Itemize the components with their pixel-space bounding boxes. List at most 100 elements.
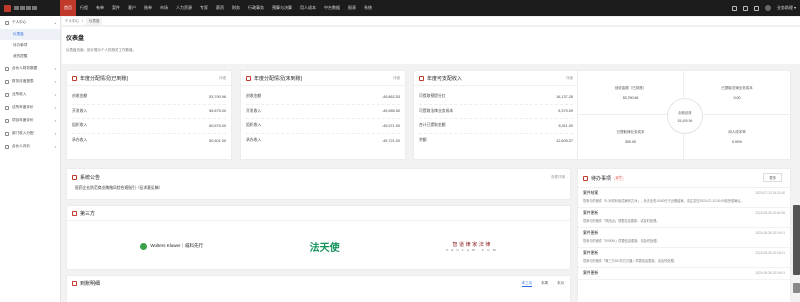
row-value: 16,137.28	[556, 94, 573, 99]
menu-icon	[5, 20, 9, 25]
row-label: 组织收入	[246, 123, 262, 128]
card-detail-link[interactable]: 详细	[393, 76, 400, 81]
card-detail-link[interactable]: 详细	[219, 76, 226, 81]
nav-item-4[interactable]: 客户	[124, 0, 140, 16]
menu-icon	[5, 92, 9, 97]
sidebar-group-2[interactable]: 财务月度报表 ▾	[0, 75, 60, 88]
card-detail-link[interactable]: 详细	[566, 76, 573, 81]
sidebar-group-label: 合伙人财务数据	[12, 66, 38, 70]
card-row: 组织收入 -49,971.00	[246, 119, 400, 134]
chevron-icon: ▾	[54, 79, 56, 84]
nav-item-5[interactable]: 账单	[140, 0, 156, 16]
nav-item-11[interactable]: 行政事务	[244, 0, 268, 16]
sidebar-group-4[interactable]: 法所年度评价 ▾	[0, 101, 60, 114]
app-logo[interactable]	[0, 0, 60, 16]
nav-item-15[interactable]: 报表	[344, 0, 360, 16]
sidebar-item-0-1[interactable]: 待办事项	[0, 40, 60, 51]
sidebar-group-6[interactable]: 部门收入分配 ▾	[0, 127, 60, 140]
sidebar-group-label: 个人中心	[12, 20, 27, 24]
todo-icon	[583, 175, 588, 181]
row-label: 组织收入	[72, 123, 88, 128]
message-icon[interactable]	[742, 5, 748, 11]
breadcrumb-item-parent[interactable]: 个人中心	[65, 19, 79, 24]
breadcrumb: 个人中心 / 仪表盘	[62, 17, 800, 26]
row-label: 余额	[419, 138, 427, 143]
menu-icon	[5, 118, 9, 123]
card-row: 创收金额 53,790.96	[72, 90, 226, 105]
chevron-icon: ▾	[54, 92, 56, 97]
performance-summary: 创收金额（已到账） 53,790.96 已提取法律业务成本 0.00 已提取律业务成…	[577, 70, 791, 160]
tab-week[interactable]: 本周	[541, 281, 548, 287]
card-row: 创收金额 -49,862.53	[246, 90, 400, 105]
fatianshi-logo[interactable]: 法天使	[310, 239, 340, 254]
nav-item-13[interactable]: 用人成本	[296, 0, 320, 16]
nav-item-10[interactable]: 财务	[228, 0, 244, 16]
page-description: 仪表盘页面，统计展示个人的相关工作数值。	[66, 48, 136, 52]
floating-toolbar[interactable]	[793, 205, 800, 275]
tab-three-months[interactable]: 本三月	[521, 281, 532, 287]
sidebar-group-5[interactable]: 项目年度评价 ▾	[0, 114, 60, 127]
sidebar: 个人中心 ▴ 仪表盘 待办事项 我的提醒 合伙人财务数据 ▾ 财务月度报表 ▾ 业所收入 ▾ 法所年度…	[0, 16, 61, 302]
card-row: 承办收入 -49,721.00	[246, 134, 400, 149]
row-label: 开发收入	[72, 108, 88, 113]
todo-item[interactable]: 案件更新 2024-05-26 20:51:06 您参与的案件「风险点」项更信息更新…	[578, 208, 790, 228]
todo-count-badge: 5个	[614, 175, 624, 181]
sidebar-item-0-0[interactable]: 仪表盘	[0, 29, 60, 40]
top-navigation-bar: 首页 行程 有单 案件 客户 账单 市场 人力资源 专家 薪资 财务 行政事务 预算与决算 用人成本 中台数…	[0, 0, 800, 16]
avatar[interactable]	[764, 5, 771, 11]
notification-icon[interactable]	[753, 5, 759, 11]
todo-date: 2024-05-26 20:51:06	[755, 211, 785, 215]
nav-item-2[interactable]: 有单	[92, 0, 108, 16]
notice-detail-link[interactable]: 查看详情	[551, 175, 565, 180]
todo-content: 您参与的案件「00000Ⅰ」项更信息更新。请及时处理。	[583, 239, 660, 243]
nav-item-16[interactable]: 系统	[360, 0, 376, 16]
folder-icon	[72, 210, 77, 216]
nav-item-7[interactable]: 人力资源	[172, 0, 196, 16]
chevron-icon: ▾	[54, 131, 56, 136]
search-icon[interactable]	[731, 5, 737, 11]
row-label: 创收金额	[72, 94, 88, 99]
sidebar-group-3[interactable]: 业所收入 ▾	[0, 88, 60, 101]
row-value: -49,862.53	[381, 94, 400, 99]
todo-item[interactable]: 案件更新 2024-05-26 20:19:01 您参与的案件「00000Ⅰ」项更信…	[578, 228, 790, 248]
nav-item-6[interactable]: 市场	[156, 0, 172, 16]
row-value: 53,790.96	[209, 94, 226, 99]
nav-item-8[interactable]: 专家	[196, 0, 212, 16]
card-row: 可提取预提分红 16,137.28	[419, 90, 573, 105]
wolters-kluwer-logo[interactable]: Wolters Kluwer｜威科先行	[140, 242, 203, 250]
nav-item-1[interactable]: 行程	[76, 0, 92, 16]
back-to-top-button[interactable]	[793, 283, 800, 293]
payments-card: 到账明细 本三月 本周 本月	[66, 275, 571, 302]
nav-item-3[interactable]: 案件	[108, 0, 124, 16]
sidebar-group-0[interactable]: 个人中心 ▴	[0, 16, 60, 29]
menu-icon	[5, 105, 9, 110]
row-value: 8,911.00	[558, 123, 574, 128]
sidebar-item-0-2[interactable]: 我的提醒	[0, 51, 60, 62]
todo-content: 您参与的案件「第三方DD东方万通」项更信息更新。请及时处理。	[583, 259, 677, 263]
todo-item[interactable]: 案件结案 2023-07-13 15:32:40 您参与的案件「Ⅱ-39关利测试案例…	[578, 188, 790, 208]
chevron-icon: ▴	[54, 20, 56, 25]
tab-month[interactable]: 本月	[557, 281, 564, 287]
user-menu[interactable]: 业务助理 ▾	[777, 5, 796, 11]
breadcrumb-item-current[interactable]: 仪表盘	[85, 17, 103, 25]
row-label: 可提取预提分红	[419, 94, 446, 99]
logo-mark	[4, 4, 11, 12]
sidebar-group-label: 财务月度报表	[12, 79, 34, 83]
sidebar-group-7[interactable]: 合伙人评价 ▾	[0, 140, 60, 153]
row-value: 50,601.00	[209, 138, 226, 143]
notice-item[interactable]: 医药企业防范商业贿赂风险合规指引（征求意见稿）	[67, 185, 570, 195]
sidebar-group-1[interactable]: 合伙人财务数据 ▾	[0, 62, 60, 75]
nav-item-14[interactable]: 中台数据	[320, 0, 344, 16]
todo-more-button[interactable]: 更多	[763, 173, 782, 182]
chevron-icon: ▾	[54, 144, 56, 149]
page-title: 仪表盘	[66, 36, 85, 42]
summary-card-1: 年度分配情况(未到账) 详细 创收金额 -49,862.53 开发收入 -49,985.5…	[240, 70, 406, 160]
pkulaw-logo[interactable]: 智 道 律 家 法 律P K U L A W . C O M	[446, 241, 496, 252]
todo-item[interactable]: 案件更新 2024-05-26 20:16:01 您参与的案件「第三方DD东方万通」…	[578, 248, 790, 268]
row-label: 承办收入	[246, 138, 262, 143]
nav-item-9[interactable]: 薪资	[212, 0, 228, 16]
todo-date: 2024-05-26 20:18:01	[755, 271, 785, 275]
nav-item-0[interactable]: 首页	[60, 0, 76, 16]
todo-item[interactable]: 案件更新 2024-05-26 20:18:01	[578, 268, 790, 280]
nav-item-12[interactable]: 预算与决算	[268, 0, 296, 16]
